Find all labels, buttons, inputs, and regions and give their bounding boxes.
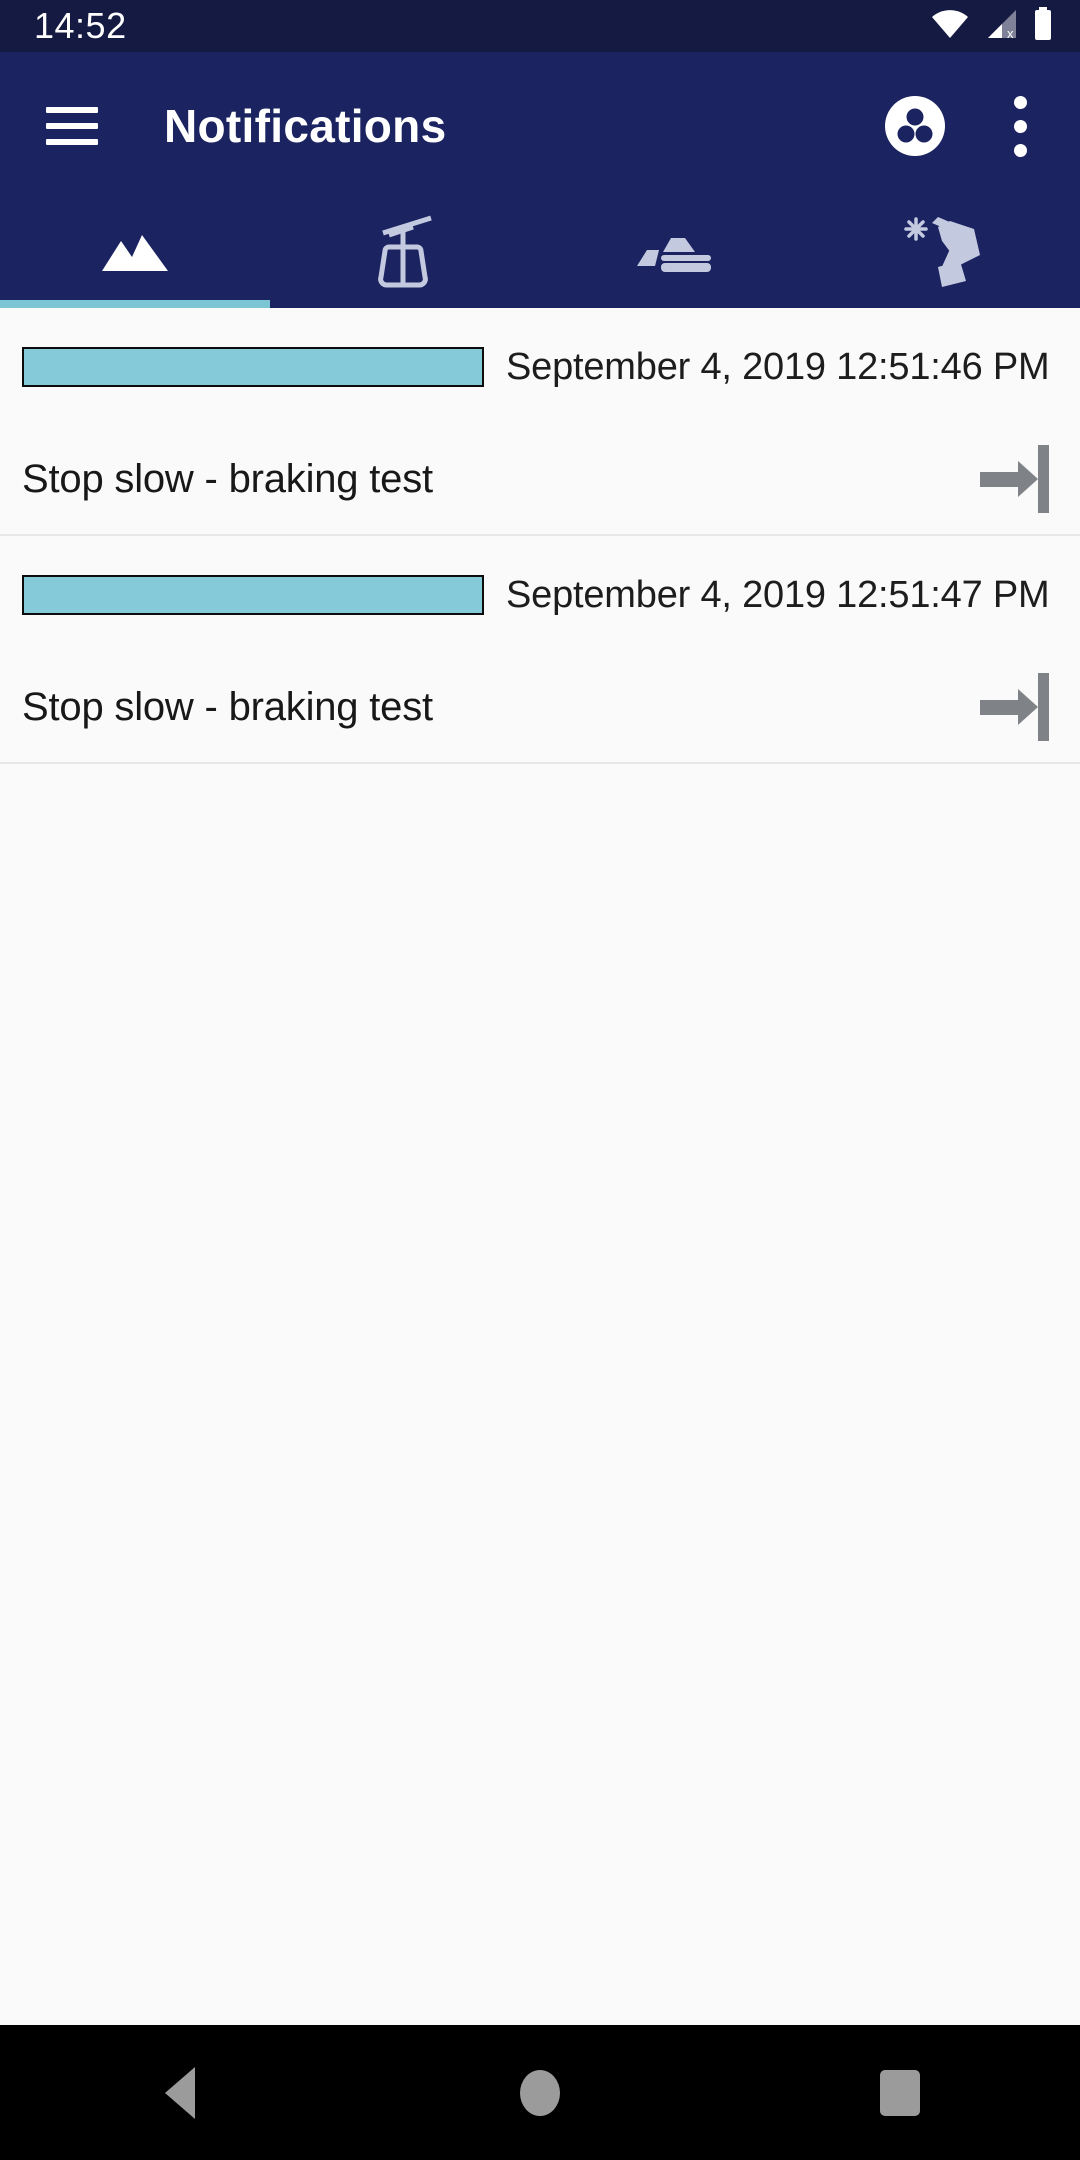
arrow-to-end-icon[interactable] [966,661,1058,753]
hamburger-line [46,123,98,129]
status-bar: 14:52 x [0,0,1080,52]
tab-active-indicator [0,300,270,308]
level-indicator-bar [22,347,484,387]
app-bar-actions [876,87,1056,165]
level-indicator-bar [22,575,484,615]
overflow-dot [1013,119,1027,133]
recents-glyph [880,2069,920,2116]
battery-icon [1032,6,1054,46]
table-row[interactable]: September 4, 2019 12:51:47 PM Stop slow … [0,536,1080,764]
snow-cannon-icon [902,215,988,294]
arrow-to-end-icon[interactable] [966,433,1058,525]
list-item-timestamp: September 4, 2019 12:51:47 PM [506,573,1050,616]
list-item-body: Stop slow - braking test [0,654,1080,760]
list-item-body: Stop slow - braking test [0,426,1080,532]
list-item-title: Stop slow - braking test [22,684,433,729]
table-row[interactable]: September 4, 2019 12:51:46 PM Stop slow … [0,308,1080,536]
list-item-title: Stop slow - braking test [22,456,433,501]
mountain-icon [99,223,171,286]
list-item-header: September 4, 2019 12:51:46 PM [0,308,1080,426]
gondola-lift-icon [369,213,441,296]
back-triangle-icon[interactable] [0,2066,360,2119]
overflow-dot [1013,95,1027,109]
app-bar: Notifications [0,52,1080,200]
wifi-icon [930,8,970,45]
home-circle-icon[interactable] [360,2069,720,2116]
filter-grain-icon[interactable] [876,87,954,165]
overflow-menu-icon[interactable] [996,87,1044,165]
hamburger-line [46,139,98,145]
status-bar-clock: 14:52 [34,5,127,46]
svg-text:x: x [1007,26,1014,40]
tab-groomers[interactable] [540,200,810,308]
hamburger-menu-icon[interactable] [36,90,108,162]
recents-square-icon[interactable] [720,2069,1080,2116]
tab-bar [0,200,1080,308]
hamburger-line [46,107,98,113]
tab-lifts[interactable] [270,200,540,308]
page-title: Notifications [164,100,447,152]
tab-slopes[interactable] [0,200,270,308]
list-item-timestamp: September 4, 2019 12:51:46 PM [506,345,1050,388]
android-navigation-bar [0,2025,1080,2160]
snow-groomer-icon [633,228,717,281]
list-item-header: September 4, 2019 12:51:47 PM [0,536,1080,654]
back-glyph [165,2066,195,2119]
phone-screen: 14:52 x Notifications September 4, 2019 … [0,0,1080,2160]
tab-snow-guns[interactable] [810,200,1080,308]
status-bar-icons: x [930,6,1054,46]
home-glyph [520,2069,560,2116]
notification-list[interactable]: September 4, 2019 12:51:46 PM Stop slow … [0,308,1080,2025]
cellular-signal-off-icon: x [982,8,1020,45]
overflow-dot [1013,143,1027,157]
